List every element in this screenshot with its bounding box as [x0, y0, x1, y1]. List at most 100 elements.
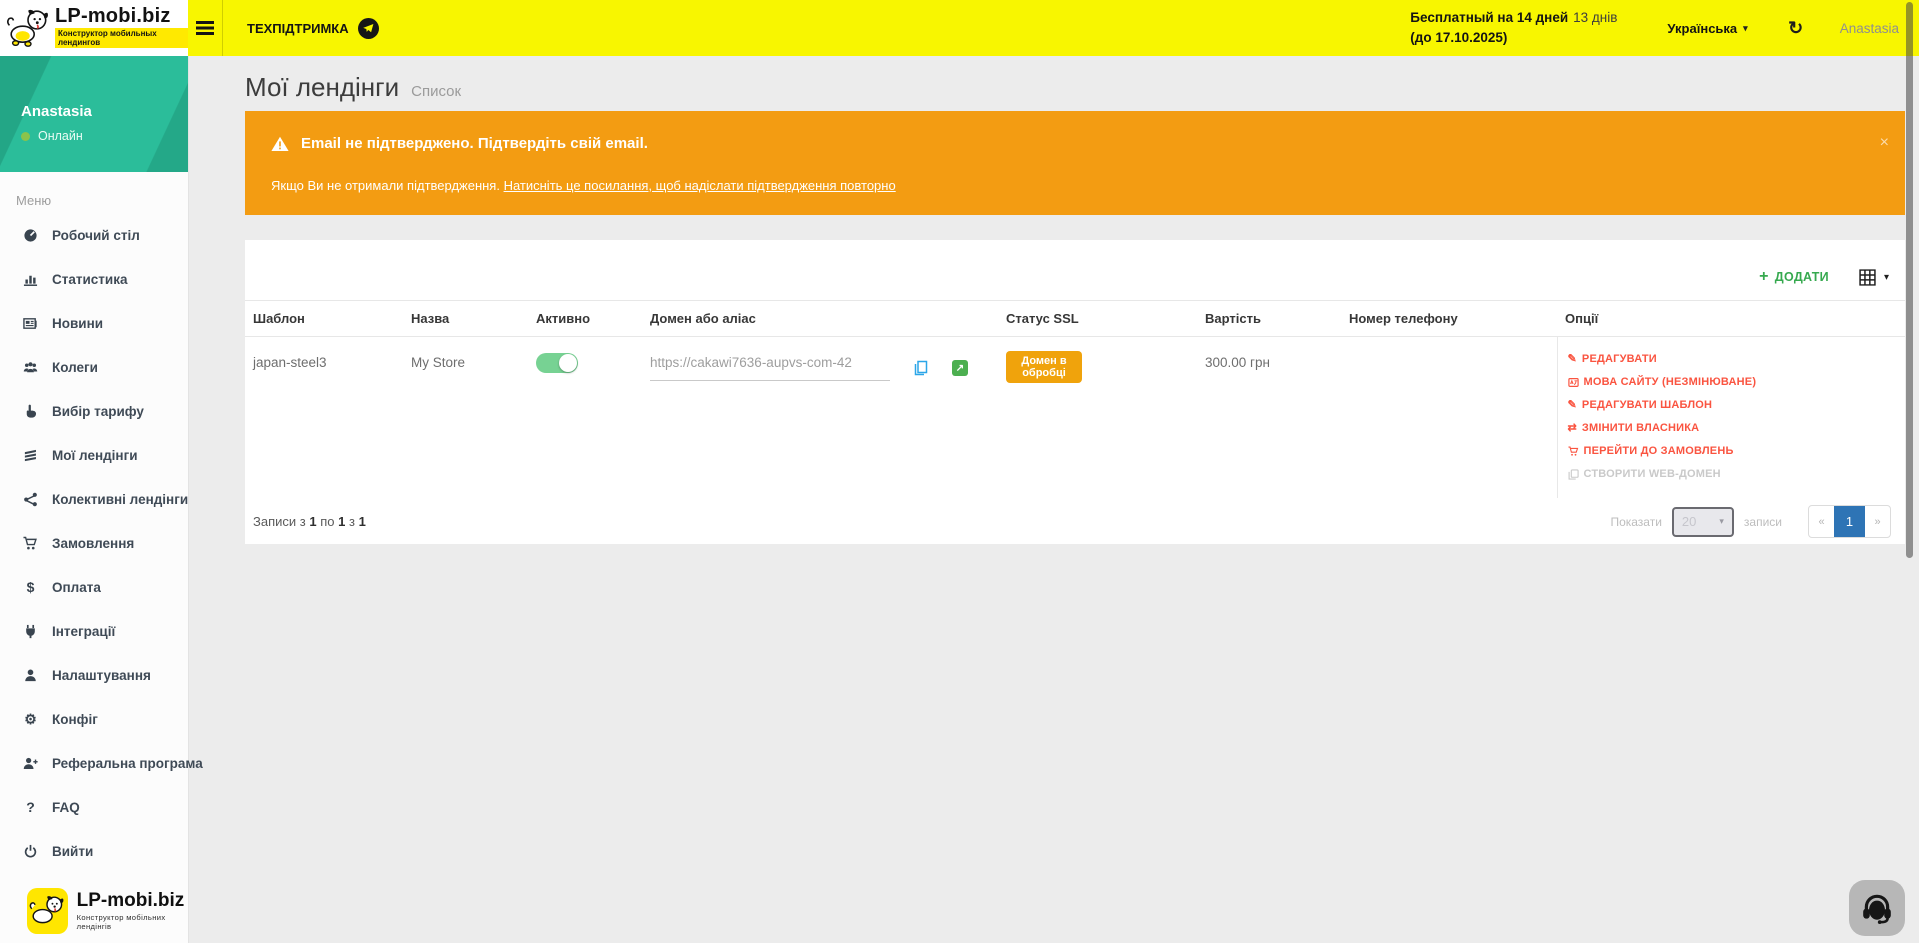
chevron-down-icon: ▾ [1743, 23, 1748, 34]
sidebar-item-logout[interactable]: Вийти [0, 829, 188, 873]
cell-name: My Store [403, 337, 528, 498]
option-label: МОВА САЙТУ (НЕЗМІНЮВАНЕ) [1584, 376, 1757, 388]
sidebar-item-referral[interactable]: Реферальна програма [0, 741, 188, 785]
copy-domain-icon[interactable] [912, 359, 930, 377]
cell-price: 300.00 грн [1197, 337, 1341, 498]
sidebar-item-label: Статистика [52, 272, 127, 287]
cell-active [528, 337, 642, 498]
sidebar-item-label: Інтеграції [52, 624, 115, 639]
chevron-down-icon: ▾ [1884, 272, 1889, 283]
panel-toolbar: + ДОДАТИ ▾ [245, 254, 1905, 300]
sidebar-item-tariff[interactable]: Вибір тарифу [0, 389, 188, 433]
support-chat-button[interactable] [1849, 880, 1905, 936]
option-site-language-link[interactable]: МОВА САЙТУ (НЕЗМІНЮВАНЕ) [1568, 376, 1906, 388]
option-label: СТВОРИТИ WEB-ДОМЕН [1584, 468, 1721, 480]
option-label: РЕДАГУВАТИ [1582, 353, 1657, 365]
option-edit-link[interactable]: ✎ РЕДАГУВАТИ [1568, 353, 1906, 365]
trial-until: (до 17.10.2025) [1410, 30, 1507, 45]
sidebar-toggle-button[interactable] [188, 0, 222, 56]
cogs-icon: ⚙ [21, 711, 40, 728]
add-landing-button[interactable]: + ДОДАТИ [1759, 270, 1829, 284]
cell-phone [1341, 337, 1557, 498]
language-selector[interactable]: Українська ▾ [1643, 0, 1771, 56]
sidebar-item-label: Вибір тарифу [52, 404, 144, 419]
alert-message-prefix: Якщо Ви не отримали підтвердження. [271, 178, 504, 193]
dog-mascot-icon [5, 8, 51, 48]
table-view-selector[interactable]: ▾ [1859, 269, 1889, 286]
sidebar-user-name: Anastasia [21, 103, 188, 120]
records-summary: Записи з 1 по 1 з 1 [253, 514, 366, 529]
menu-section-label: Меню [0, 172, 188, 208]
sidebar-item-colleagues[interactable]: Колеги [0, 345, 188, 389]
sidebar-item-label: Конфіг [52, 712, 98, 727]
trial-status: Бесплатный на 14 дней13 днів (до 17.10.2… [1410, 8, 1643, 48]
cart-icon [1568, 446, 1579, 457]
sidebar-item-news[interactable]: Новини [0, 301, 188, 345]
clone-icon [1568, 469, 1579, 480]
sidebar-item-orders[interactable]: Замовлення [0, 521, 188, 565]
sidebar-item-label: Вийти [52, 844, 93, 859]
active-toggle[interactable] [536, 353, 578, 373]
option-change-owner-link[interactable]: ⇄ ЗМІНИТИ ВЛАСНИКА [1568, 422, 1906, 434]
summary-to-word: по [320, 514, 334, 529]
dollar-icon: $ [21, 579, 40, 595]
option-edit-template-link[interactable]: ✎ РЕДАГУВАТИ ШАБЛОН [1568, 399, 1906, 411]
summary-prefix: Записи з [253, 514, 306, 529]
sidebar-item-config[interactable]: ⚙ Конфіг [0, 697, 188, 741]
sidebar-menu: Робочий стіл Статистика Новини Колеги Ви… [0, 213, 188, 873]
page-buttons: « 1 » [1808, 505, 1891, 538]
refresh-button[interactable]: ↻ [1773, 0, 1819, 56]
colleagues-icon [21, 360, 40, 375]
sidebar-item-label: Замовлення [52, 536, 134, 551]
exchange-icon: ⇄ [1568, 423, 1577, 434]
vertical-scrollbar[interactable] [1906, 2, 1913, 558]
toggle-knob [559, 354, 577, 372]
col-header-name: Назва [403, 301, 528, 337]
option-go-to-orders-link[interactable]: ПЕРЕЙТИ ДО ЗАМОВЛЕНЬ [1568, 445, 1906, 457]
sidebar-item-label: FAQ [52, 800, 80, 815]
show-label: Показати [1610, 515, 1661, 529]
email-warning-alert: Email не підтверджено. Підтвердіть свій … [245, 111, 1905, 215]
sidebar-item-label: Колеги [52, 360, 98, 375]
col-header-template: Шаблон [245, 301, 403, 337]
sidebar-item-dashboard[interactable]: Робочий стіл [0, 213, 188, 257]
page-1-button[interactable]: 1 [1834, 506, 1865, 537]
sidebar-item-collective-landings[interactable]: Колективні лендінги [0, 477, 188, 521]
open-domain-icon[interactable]: ↗ [952, 360, 968, 376]
dog-mascot-icon [27, 888, 68, 934]
topbar-user-menu[interactable]: Anastasia [1820, 0, 1919, 56]
hand-pointer-icon [21, 404, 40, 419]
plus-icon: + [1759, 270, 1769, 284]
sidebar-item-settings[interactable]: Налаштування [0, 653, 188, 697]
share-icon [21, 492, 40, 507]
sidebar-item-faq[interactable]: ? FAQ [0, 785, 188, 829]
footer-brand-title: LP-mobi.biz [77, 891, 188, 910]
summary-from: 1 [309, 514, 316, 529]
alert-close-button[interactable]: × [1880, 135, 1889, 151]
topbar-username: Anastasia [1840, 21, 1899, 36]
page-size-select[interactable]: 20 ▾ [1672, 507, 1734, 537]
page-title: Мої лендінги [245, 72, 399, 102]
domain-input[interactable]: https://cakawi7636-aupvs-com-42 [650, 355, 890, 381]
brand-logo[interactable]: LP-mobi.biz Конструктор мобильных лендин… [0, 0, 188, 56]
main-content: Мої лендінги Список Email не підтверджен… [189, 56, 1919, 943]
alert-message: Якщо Ви не отримали підтвердження. Натис… [271, 178, 1879, 193]
sidebar-item-label: Мої лендінги [52, 448, 138, 463]
option-label: РЕДАГУВАТИ ШАБЛОН [1582, 399, 1712, 411]
next-page-button[interactable]: » [1865, 506, 1890, 537]
question-icon: ? [21, 799, 40, 815]
prev-page-button[interactable]: « [1809, 506, 1834, 537]
language-label: Українська [1667, 21, 1737, 36]
sidebar-item-my-landings[interactable]: Мої лендінги [0, 433, 188, 477]
cell-options: ✎ РЕДАГУВАТИ МОВА САЙТУ (НЕЗМІНЮВАНЕ) ✎ … [1557, 337, 1905, 498]
price-value: 300.00 грн [1205, 355, 1270, 370]
topbar: LP-mobi.biz Конструктор мобильных лендин… [0, 0, 1919, 56]
sidebar-item-payment[interactable]: $ Оплата [0, 565, 188, 609]
tech-support-link[interactable]: ТЕХПІДТРИМКА [223, 0, 403, 56]
sidebar-item-statistics[interactable]: Статистика [0, 257, 188, 301]
table-row: japan-steel3 My Store https://cakawi7636… [245, 337, 1905, 498]
col-header-active: Активно [528, 301, 642, 337]
news-icon [21, 316, 40, 331]
sidebar-item-integrations[interactable]: Інтеграції [0, 609, 188, 653]
resend-confirmation-link[interactable]: Натисніть це посилання, щоб надіслати пі… [504, 178, 896, 193]
